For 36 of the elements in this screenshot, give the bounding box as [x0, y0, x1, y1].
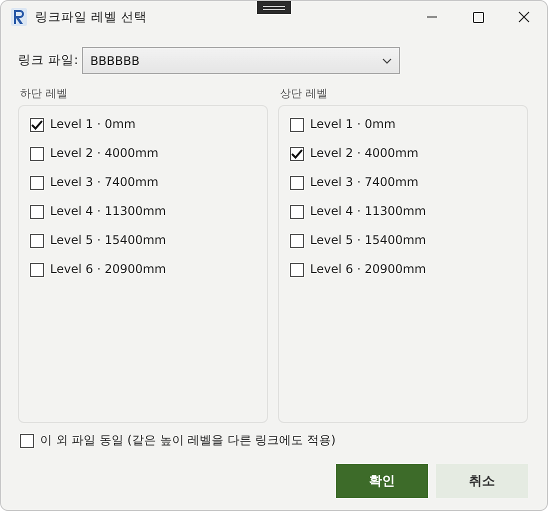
level-label: Level 2 · 4000mm	[50, 145, 158, 162]
checkbox[interactable]	[20, 434, 34, 448]
ok-button[interactable]: 확인	[336, 464, 428, 498]
group-title: 상단 레벨	[279, 86, 328, 101]
level-label: Level 2 · 4000mm	[310, 145, 418, 162]
level-label: Level 4 · 11300mm	[50, 203, 166, 220]
level-label: Level 1 · 0mm	[310, 116, 396, 133]
window-title: 링크파일 레벨 선택	[35, 8, 147, 26]
checkbox[interactable]	[30, 262, 44, 276]
checkbox[interactable]	[290, 234, 304, 248]
level-label: Level 6 · 20900mm	[310, 261, 426, 278]
checkbox[interactable]	[30, 176, 44, 190]
link-file-dropdown[interactable]: BBBBBB	[82, 47, 400, 74]
checkbox[interactable]	[30, 234, 44, 248]
checkbox[interactable]	[30, 118, 44, 132]
checkbox[interactable]	[290, 204, 304, 218]
app-logo-icon	[11, 8, 27, 26]
checkbox[interactable]	[30, 146, 44, 160]
link-file-label: 링크 파일:	[18, 52, 78, 69]
checkbox[interactable]	[290, 118, 304, 132]
level-label: Level 1 · 0mm	[50, 116, 136, 133]
checkbox[interactable]	[290, 176, 304, 190]
level-label: Level 3 · 7400mm	[310, 174, 418, 191]
checkbox[interactable]	[290, 262, 304, 276]
level-label: Level 3 · 7400mm	[50, 174, 158, 191]
drag-handle[interactable]	[257, 1, 291, 14]
group-title: 하단 레벨	[19, 86, 68, 101]
cancel-button[interactable]: 취소	[436, 464, 528, 498]
apply-all-label: 이 외 파일 동일 (같은 높이 레벨을 다른 링크에도 적용)	[40, 432, 336, 449]
checkbox[interactable]	[290, 146, 304, 160]
checkbox[interactable]	[30, 204, 44, 218]
level-label: Level 5 · 15400mm	[310, 232, 426, 249]
level-label: Level 6 · 20900mm	[50, 261, 166, 278]
level-label: Level 4 · 11300mm	[310, 203, 426, 220]
level-label: Level 5 · 15400mm	[50, 232, 166, 249]
chevron-down-icon	[382, 58, 392, 64]
